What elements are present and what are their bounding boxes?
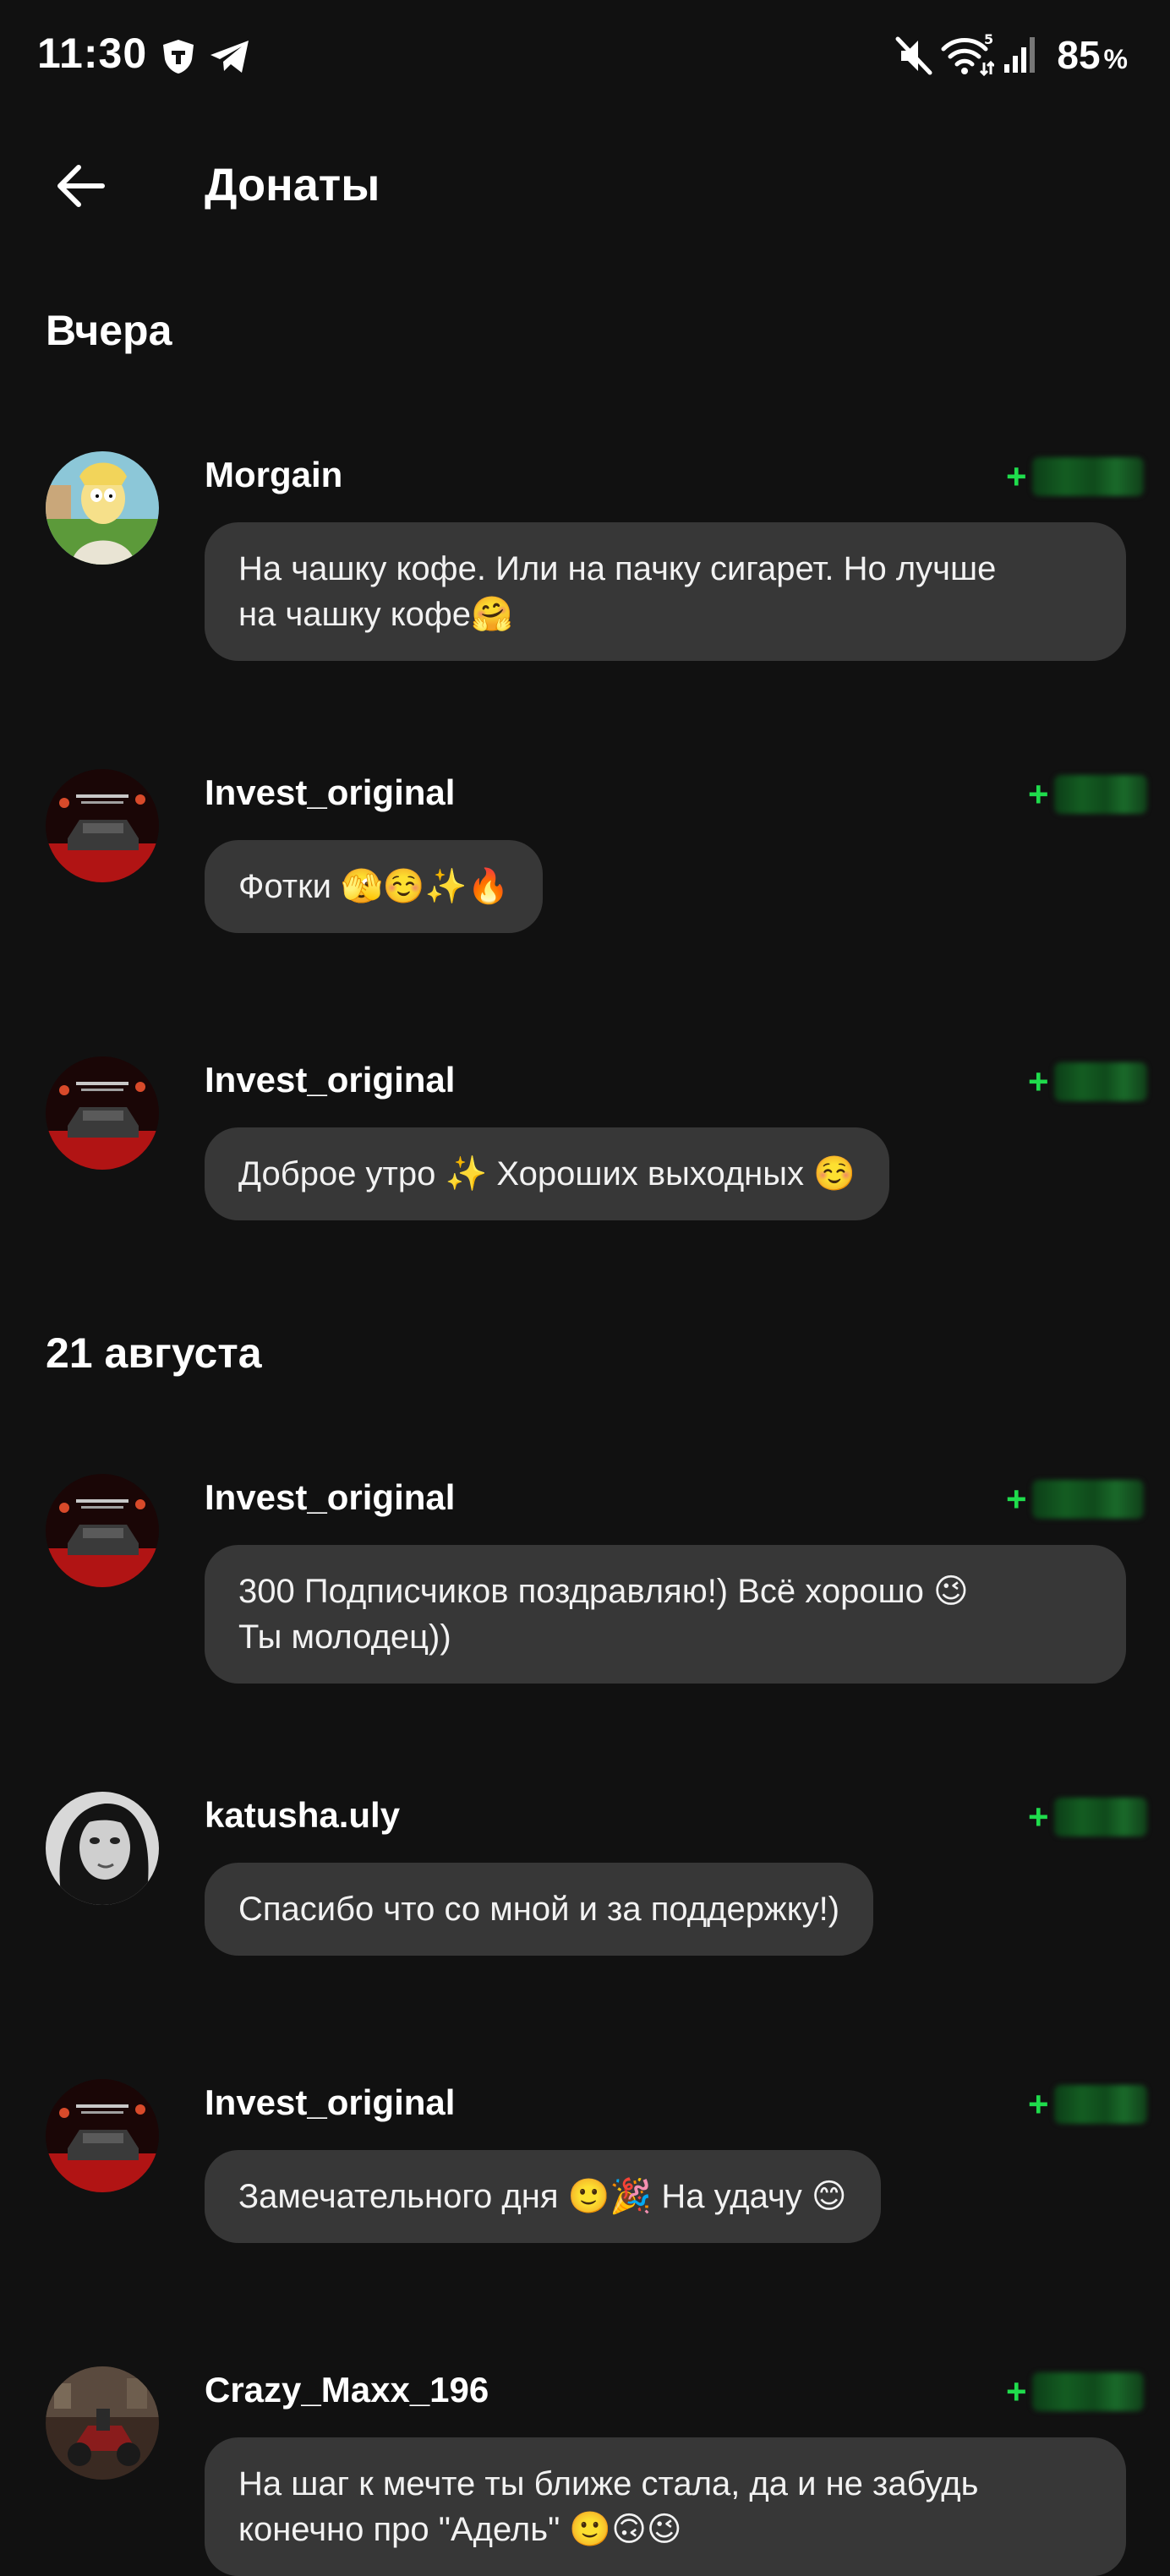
donation-amount: + [1028,2081,1147,2128]
donor-name: Invest_original [205,2082,456,2122]
wifi-icon: 5 [941,32,994,77]
donation-item[interactable]: Invest_original + Замечательного дня 🙂🎉 … [0,2079,1170,2257]
hidden-amount [1053,1062,1147,1101]
section-header-august-21: 21 августа [46,1329,262,1377]
svg-text:5: 5 [984,32,993,47]
avatar[interactable] [46,2366,159,2480]
arrow-left-icon [57,165,105,207]
donation-message: 300 Подписчиков поздравляю!) Всё хорошо … [205,1545,1126,1684]
donor-name: Invest_original [205,772,456,812]
donor-name: Invest_original [205,1477,456,1517]
avatar[interactable] [46,451,159,565]
donation-item[interactable]: Crazy_Maxx_196 + На шаг к мечте ты ближе… [0,2366,1170,2576]
donation-amount: + [1006,2368,1144,2415]
donor-name: Invest_original [205,1060,456,1100]
donation-message: Доброе утро ✨ Хороших выходных ☺️ [205,1127,889,1220]
donor-name: Crazy_Maxx_196 [205,2370,489,2410]
battery-value: 85 [1057,33,1101,77]
donation-item[interactable]: Invest_original + Доброе утро ✨ Хороших … [0,1056,1170,1234]
section-header-yesterday: Вчера [46,307,172,354]
avatar[interactable] [46,769,159,882]
hidden-amount [1053,2085,1147,2124]
donation-item[interactable]: katusha.uly + Спасибо что со мной и за п… [0,1792,1170,1969]
donation-amount: + [1028,1058,1147,1105]
donation-message: На чашку кофе. Или на пачку сигарет. Но … [205,522,1126,661]
avatar[interactable] [46,1792,159,1905]
battery-unit: % [1103,44,1128,74]
donation-amount: + [1006,453,1144,500]
donation-item[interactable]: Morgain + На чашку кофе. Или на пачку си… [0,451,1170,661]
donation-message: На шаг к мечте ты ближе стала, да и не з… [205,2437,1126,2576]
signal-icon [1004,37,1035,73]
donation-message: Фотки 🫣☺️✨🔥 [205,840,544,933]
donation-message: Спасибо что со мной и за поддержку!) [205,1863,874,1956]
back-button[interactable] [34,152,127,220]
donation-item[interactable]: Invest_original + Фотки 🫣☺️✨🔥 [0,769,1170,947]
donation-message: Замечательного дня 🙂🎉 На удачу 😊 [205,2150,881,2243]
donation-amount: + [1028,1793,1147,1841]
donation-amount: + [1028,771,1147,818]
telegram-icon [210,41,249,73]
avatar[interactable] [46,1056,159,1170]
donor-name: katusha.uly [205,1795,401,1835]
avatar[interactable] [46,1474,159,1587]
app-bar: Донаты [0,135,1170,237]
donor-name: Morgain [205,455,343,494]
avatar[interactable] [46,2079,159,2192]
hidden-amount [1031,2372,1144,2411]
status-time: 11:30 [37,30,148,77]
donation-amount: + [1006,1476,1144,1523]
page-title: Донаты [205,160,380,210]
donation-item[interactable]: Invest_original + 300 Подписчиков поздра… [0,1474,1170,1684]
hidden-amount [1053,775,1147,814]
mute-icon [895,36,932,75]
battery-level: 85% [1057,32,1128,78]
hidden-amount [1053,1798,1147,1836]
hidden-amount [1031,457,1144,496]
status-bar: 11:30 5 85% [0,0,1170,110]
hidden-amount [1031,1480,1144,1519]
shield-app-icon [163,40,194,74]
